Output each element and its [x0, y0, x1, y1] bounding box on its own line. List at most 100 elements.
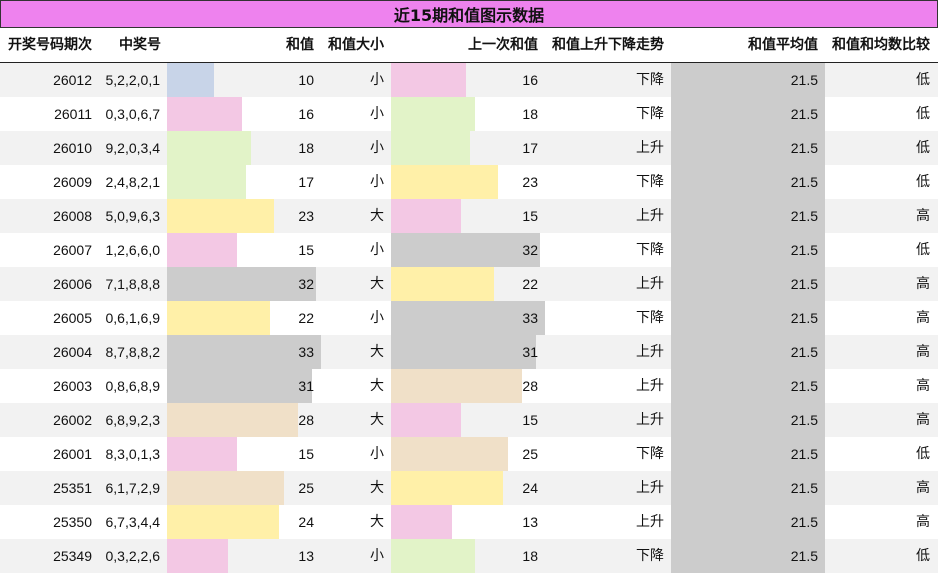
table-row: 26012 5,2,2,0,1 10 小 16 下降 21.5 低 [0, 63, 938, 97]
issue-cell: 25351 [53, 480, 92, 496]
header-compare: 和值和均数比较 [832, 37, 930, 53]
header-prev-sum: 上一次和值 [468, 37, 538, 53]
sum-cell: 22 [298, 310, 314, 326]
sum-bar [167, 301, 270, 335]
sum-bar [167, 165, 246, 199]
sum-bar [167, 471, 284, 505]
numbers-cell: 7,1,8,8,8 [105, 276, 161, 292]
compare-cell: 低 [916, 548, 930, 564]
table-title: 近15期和值图示数据 [0, 0, 938, 28]
avg-cell: 21.5 [790, 242, 818, 258]
trend-cell: 上升 [636, 480, 664, 496]
header-size: 和值大小 [328, 37, 384, 53]
size-cell: 大 [370, 412, 384, 428]
numbers-cell: 2,4,8,2,1 [105, 174, 161, 190]
issue-cell: 26012 [53, 72, 92, 88]
table-row: 26003 0,8,6,8,9 31 大 28 上升 21.5 高 [0, 369, 938, 403]
avg-cell: 21.5 [790, 480, 818, 496]
avg-cell: 21.5 [790, 106, 818, 122]
prev-sum-cell: 23 [522, 174, 538, 190]
compare-cell: 高 [916, 480, 930, 496]
compare-cell: 高 [916, 344, 930, 360]
table-row: 26002 6,8,9,2,3 28 大 15 上升 21.5 高 [0, 403, 938, 437]
numbers-cell: 5,0,9,6,3 [105, 208, 161, 224]
sum-cell: 18 [298, 140, 314, 156]
avg-cell: 21.5 [790, 548, 818, 564]
sum-cell: 13 [298, 548, 314, 564]
issue-cell: 26011 [54, 106, 92, 122]
trend-cell: 上升 [636, 208, 664, 224]
prev-sum-cell: 24 [522, 480, 538, 496]
compare-cell: 高 [916, 208, 930, 224]
trend-cell: 下降 [636, 106, 664, 122]
avg-cell: 21.5 [790, 514, 818, 530]
sum-bar [167, 437, 237, 471]
table-row: 26011 0,3,0,6,7 16 小 18 下降 21.5 低 [0, 97, 938, 131]
avg-cell: 21.5 [790, 446, 818, 462]
table-row: 25350 6,7,3,4,4 24 大 13 上升 21.5 高 [0, 505, 938, 539]
prev-sum-cell: 16 [522, 72, 538, 88]
table-row: 26005 0,6,1,6,9 22 小 33 下降 21.5 高 [0, 301, 938, 335]
sum-cell: 15 [298, 242, 314, 258]
trend-cell: 上升 [636, 276, 664, 292]
size-cell: 大 [370, 276, 384, 292]
numbers-cell: 0,3,2,2,6 [105, 548, 161, 564]
numbers-cell: 8,3,0,1,3 [105, 446, 161, 462]
prev-sum-cell: 33 [522, 310, 538, 326]
issue-cell: 26005 [53, 310, 92, 326]
avg-cell: 21.5 [790, 378, 818, 394]
prev-sum-cell: 32 [522, 242, 538, 258]
issue-cell: 26006 [53, 276, 92, 292]
sum-cell: 24 [298, 514, 314, 530]
issue-cell: 25350 [53, 514, 92, 530]
numbers-cell: 0,6,1,6,9 [105, 310, 161, 326]
compare-cell: 高 [916, 378, 930, 394]
issue-cell: 26010 [53, 140, 92, 156]
sum-cell: 31 [298, 378, 314, 394]
prev-sum-cell: 18 [522, 548, 538, 564]
header-sum: 和值 [286, 37, 314, 53]
numbers-cell: 5,2,2,0,1 [105, 72, 161, 88]
prev-sum-bar [391, 437, 508, 471]
prev-sum-bar [391, 63, 466, 97]
issue-cell: 26008 [53, 208, 92, 224]
sum-bar [167, 63, 214, 97]
trend-cell: 下降 [636, 446, 664, 462]
header-avg: 和值平均值 [748, 37, 818, 53]
numbers-cell: 9,2,0,3,4 [105, 140, 161, 156]
sum-bar [167, 505, 279, 539]
compare-cell: 低 [916, 174, 930, 190]
size-cell: 小 [370, 446, 384, 462]
prev-sum-cell: 31 [522, 344, 538, 360]
trend-cell: 上升 [636, 344, 664, 360]
issue-cell: 25349 [53, 548, 92, 564]
prev-sum-cell: 13 [522, 514, 538, 530]
numbers-cell: 1,2,6,6,0 [105, 242, 161, 258]
numbers-cell: 6,7,3,4,4 [105, 514, 161, 530]
table-row: 26007 1,2,6,6,0 15 小 32 下降 21.5 低 [0, 233, 938, 267]
size-cell: 小 [370, 140, 384, 156]
sum-bar [167, 233, 237, 267]
compare-cell: 高 [916, 276, 930, 292]
sum-bar [167, 97, 242, 131]
table-row: 26008 5,0,9,6,3 23 大 15 上升 21.5 高 [0, 199, 938, 233]
sum-cell: 17 [298, 174, 314, 190]
avg-cell: 21.5 [790, 72, 818, 88]
sum-cell: 32 [298, 276, 314, 292]
prev-sum-bar [391, 97, 475, 131]
sum-cell: 33 [298, 344, 314, 360]
numbers-cell: 6,1,7,2,9 [105, 480, 161, 496]
prev-sum-bar [391, 471, 503, 505]
avg-cell: 21.5 [790, 174, 818, 190]
compare-cell: 高 [916, 412, 930, 428]
trend-cell: 上升 [636, 140, 664, 156]
prev-sum-cell: 18 [522, 106, 538, 122]
size-cell: 小 [370, 310, 384, 326]
sum-bar [167, 131, 251, 165]
prev-sum-bar [391, 267, 494, 301]
header-trend: 和值上升下降走势 [552, 37, 664, 53]
table-row: 26006 7,1,8,8,8 32 大 22 上升 21.5 高 [0, 267, 938, 301]
table-row: 26010 9,2,0,3,4 18 小 17 上升 21.5 低 [0, 131, 938, 165]
issue-cell: 26003 [53, 378, 92, 394]
sum-cell: 23 [298, 208, 314, 224]
